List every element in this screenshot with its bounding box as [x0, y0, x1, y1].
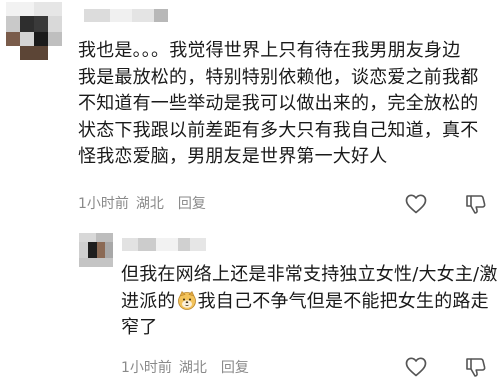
comment-line: 怪我恋爱脑，男朋友是世界第一大好人: [78, 146, 388, 167]
thumbs-down-icon[interactable]: [464, 192, 488, 216]
reply-line: 但我在网络上还是非常支持独立女性/大女主/激: [121, 264, 498, 285]
reply-text: 但我在网络上还是非常支持独立女性/大女主/激 进派的 我自己不争气但是不能把女生…: [121, 262, 500, 342]
reply-button[interactable]: 回复: [221, 357, 249, 377]
reply-button[interactable]: 回复: [178, 193, 206, 213]
comment-text: 我也是。。。我觉得世界上只有待在我男朋友身边 我是最放松的，特别特别依赖他，谈恋…: [78, 38, 498, 171]
comment-line: 我是最放松的，特别特别依赖他，谈恋爱之前我都: [78, 66, 479, 88]
reply-line: 进派的 我自己不争气但是不能把女生的路走: [121, 290, 489, 312]
location: 湖北: [135, 196, 164, 212]
heart-icon[interactable]: [404, 192, 428, 216]
heart-icon[interactable]: [404, 355, 428, 379]
username-blurred[interactable]: [84, 9, 168, 22]
avatar[interactable]: [6, 2, 62, 60]
reply-username-blurred[interactable]: [122, 238, 206, 251]
comment-meta: 1小时前 湖北 回复: [78, 193, 206, 213]
comment-line: 我也是。。。我觉得世界上只有待在我男朋友身边: [78, 40, 461, 61]
thumbs-down-icon[interactable]: [464, 355, 488, 379]
location: 湖北: [178, 360, 207, 376]
comment-line: 状态下我跟以前差距有多大只有我自己知道，真不: [78, 119, 479, 141]
timestamp: 1小时前: [121, 360, 172, 376]
timestamp: 1小时前: [78, 196, 129, 212]
reply-line: 窄了: [121, 317, 158, 338]
comment-line: 不知道有一些举动是我可以做出来的，完全放松的: [78, 93, 479, 114]
reply-avatar[interactable]: [79, 233, 113, 267]
doge-emoji: [177, 290, 196, 310]
reply-meta: 1小时前 湖北 回复: [121, 357, 249, 377]
